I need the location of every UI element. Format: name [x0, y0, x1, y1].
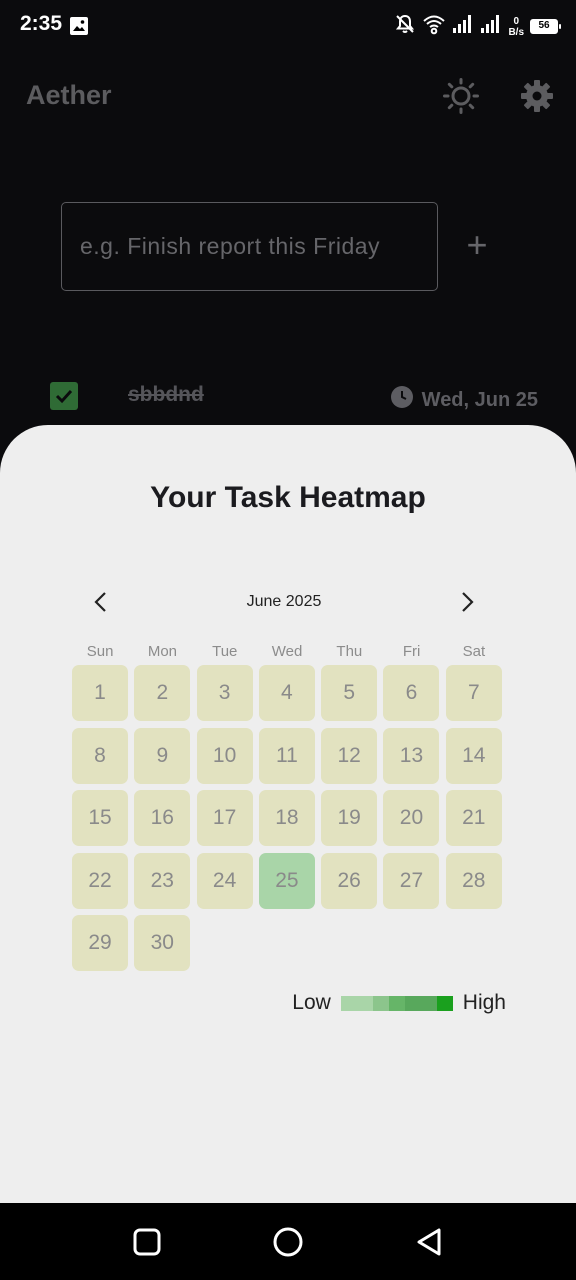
image-notification-icon [69, 16, 89, 41]
home-circle-icon[interactable] [271, 1225, 305, 1259]
signal-icon-1 [452, 14, 474, 39]
heatmap-legend: Low High [292, 991, 506, 1015]
sheet-title: Your Task Heatmap [150, 481, 426, 514]
calendar-day[interactable]: 22 [72, 852, 128, 909]
calendar-day[interactable]: 18 [258, 790, 315, 846]
calendar-day[interactable]: 29 [72, 915, 128, 971]
add-task-button[interactable]: + [458, 226, 496, 266]
calendar-day[interactable]: 21 [445, 790, 502, 846]
legend-swatch [436, 995, 453, 1011]
settings-gear-icon[interactable] [519, 78, 555, 114]
task-date-label: Wed, Jun 25 [421, 388, 538, 411]
net-speed: 0 B/s [508, 16, 524, 38]
legend-swatch [340, 995, 373, 1011]
calendar-day[interactable]: 16 [134, 790, 191, 846]
calendar-grid: 1 2 3 4 5 6 7 8 9 10 11 12 13 14 15 16 17 18 19 20 21 22 23 24 2… [72, 665, 502, 971]
heatmap-sheet: Your Task Heatmap June 2025 Sun Mon Tue Wed… [0, 425, 576, 1203]
chevron-right-icon[interactable] [454, 589, 480, 615]
calendar-day[interactable]: 4 [258, 665, 315, 721]
calendar-day[interactable]: 12 [321, 727, 378, 784]
calendar-day[interactable]: 10 [196, 727, 253, 784]
calendar-day[interactable]: 24 [196, 852, 253, 909]
calendar-day[interactable]: 9 [134, 727, 191, 784]
calendar-day[interactable]: 8 [72, 727, 128, 784]
back-triangle-icon[interactable] [412, 1225, 446, 1259]
weekday-label: Thu [336, 643, 363, 660]
month-navigation: June 2025 [88, 589, 480, 615]
calendar-day[interactable]: 14 [445, 727, 502, 784]
system-nav-bar [0, 1203, 576, 1280]
calendar-day[interactable]: 25 [258, 852, 315, 909]
net-speed-value: 0 [513, 15, 519, 27]
weekday-label: Wed [271, 643, 303, 660]
legend-swatch [372, 995, 389, 1011]
calendar-day[interactable]: 7 [445, 665, 502, 721]
clock-icon [390, 385, 414, 415]
month-label: June 2025 [246, 593, 322, 610]
calendar-day[interactable]: 5 [321, 665, 378, 721]
calendar-day[interactable]: 30 [134, 915, 191, 971]
weekday-label: Sat [462, 643, 486, 660]
legend-gradient [340, 995, 453, 1011]
task-input[interactable] [61, 202, 438, 291]
status-time: 2:35 [20, 12, 63, 35]
calendar-day[interactable]: 26 [321, 852, 378, 909]
calendar-day[interactable]: 3 [196, 665, 253, 721]
calendar-day[interactable]: 19 [321, 790, 378, 846]
calendar-day[interactable]: 13 [383, 727, 440, 784]
calendar-day[interactable]: 23 [134, 852, 191, 909]
weekday-label: Mon [147, 643, 178, 660]
weekday-header: Sun Mon Tue Wed Thu Fri Sat [72, 643, 508, 660]
calendar-day[interactable]: 15 [72, 790, 128, 846]
status-bar: 2:35 0 B/s 56 [0, 0, 576, 52]
task-due-date[interactable]: Wed, Jun 25 [390, 385, 538, 415]
theme-toggle-sun-icon[interactable] [443, 78, 479, 114]
calendar-day[interactable]: 1 [72, 665, 128, 721]
battery-icon: 56 [530, 19, 561, 34]
legend-high-label: High [462, 991, 506, 1014]
weekday-label: Sun [86, 643, 114, 660]
task-checkbox[interactable] [50, 382, 78, 410]
calendar-day[interactable]: 28 [445, 852, 502, 909]
recents-square-icon[interactable] [130, 1225, 164, 1259]
app-title: Aether [26, 80, 112, 110]
calendar-day[interactable]: 6 [383, 665, 440, 721]
wifi-icon [422, 13, 446, 40]
legend-swatch [404, 995, 437, 1011]
mute-icon [394, 13, 416, 40]
calendar-day[interactable]: 11 [258, 727, 315, 784]
legend-low-label: Low [292, 991, 331, 1014]
calendar-day[interactable]: 2 [134, 665, 191, 721]
task-title[interactable]: sbbdnd [128, 383, 204, 407]
weekday-label: Tue [212, 643, 238, 660]
signal-icon-2 [480, 14, 502, 39]
calendar-day[interactable]: 17 [196, 790, 253, 846]
calendar-day[interactable]: 20 [383, 790, 440, 846]
legend-swatch [388, 995, 405, 1011]
net-speed-unit: B/s [508, 26, 524, 38]
calendar-day[interactable]: 27 [383, 852, 440, 909]
weekday-label: Fri [402, 643, 421, 660]
